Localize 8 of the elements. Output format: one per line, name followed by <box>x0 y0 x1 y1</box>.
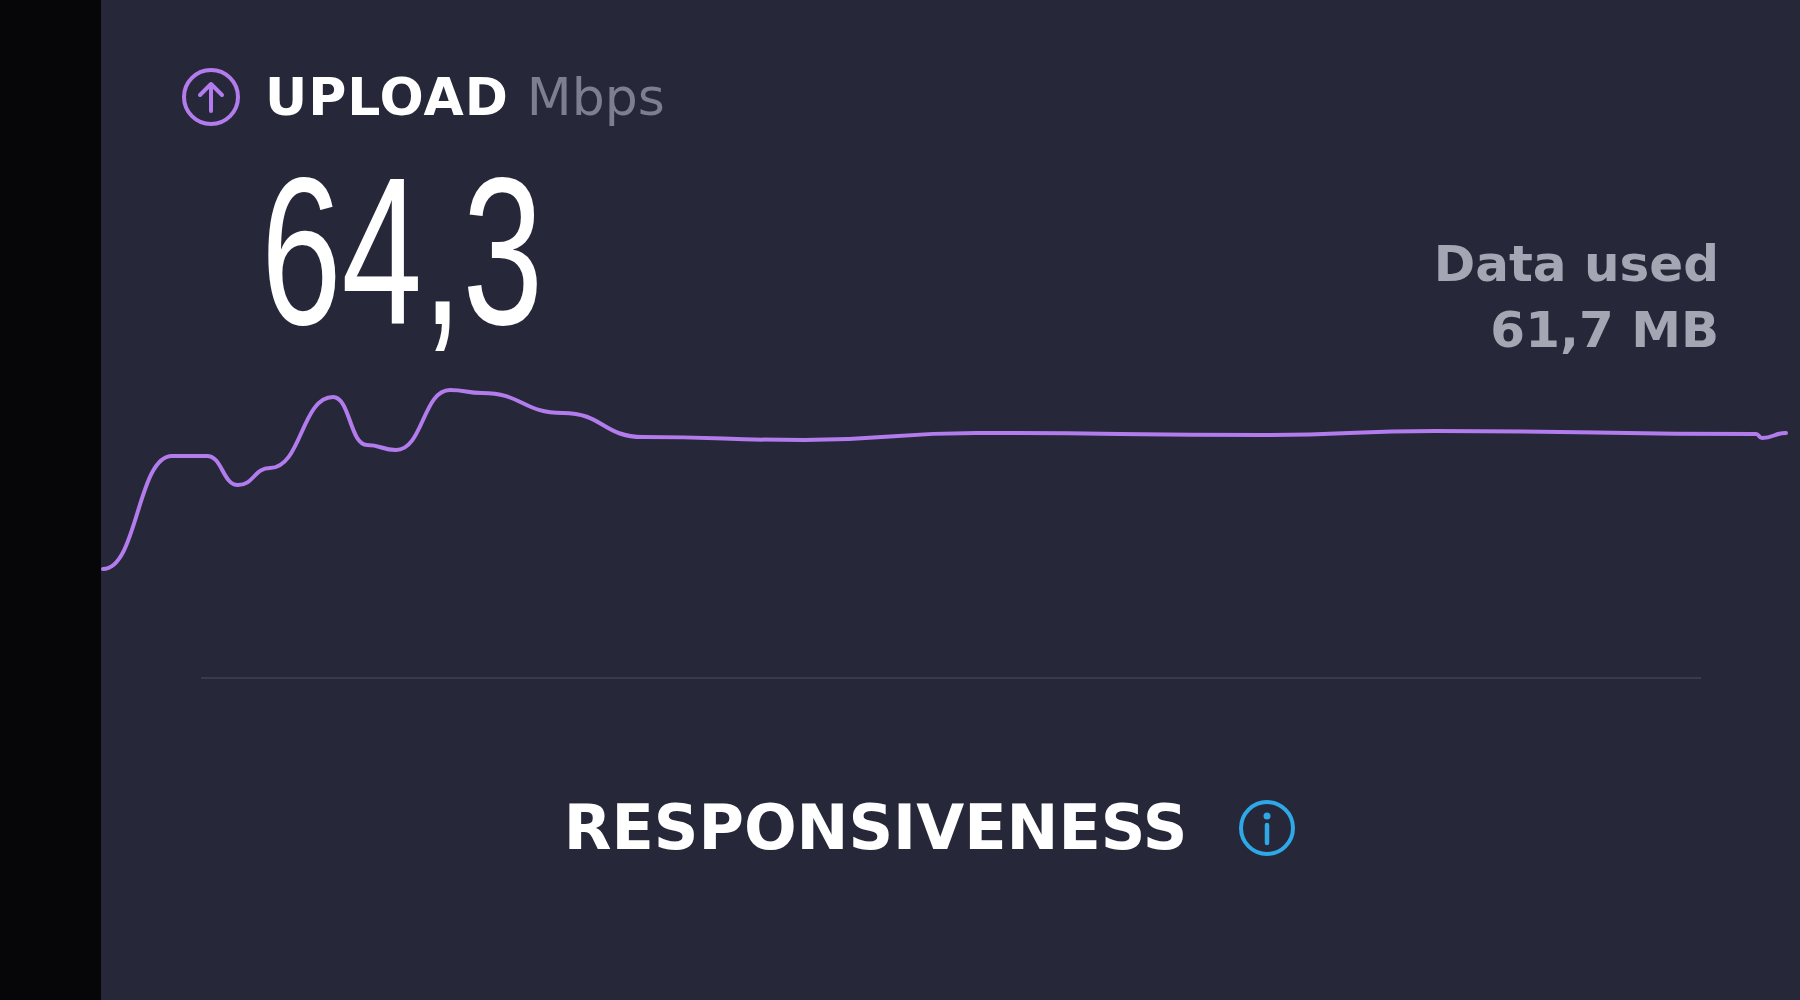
upload-label: UPLOAD <box>265 67 509 127</box>
data-used-label: Data used <box>1433 235 1719 293</box>
info-icon[interactable] <box>1237 797 1298 858</box>
upload-icon <box>181 67 241 127</box>
unit-label: Mbps <box>526 67 665 127</box>
data-used-value: 61,7 MB <box>1490 301 1719 359</box>
responsiveness-title: RESPONSIVENESS <box>563 791 1188 864</box>
speed-value: 64,3 <box>261 147 544 357</box>
